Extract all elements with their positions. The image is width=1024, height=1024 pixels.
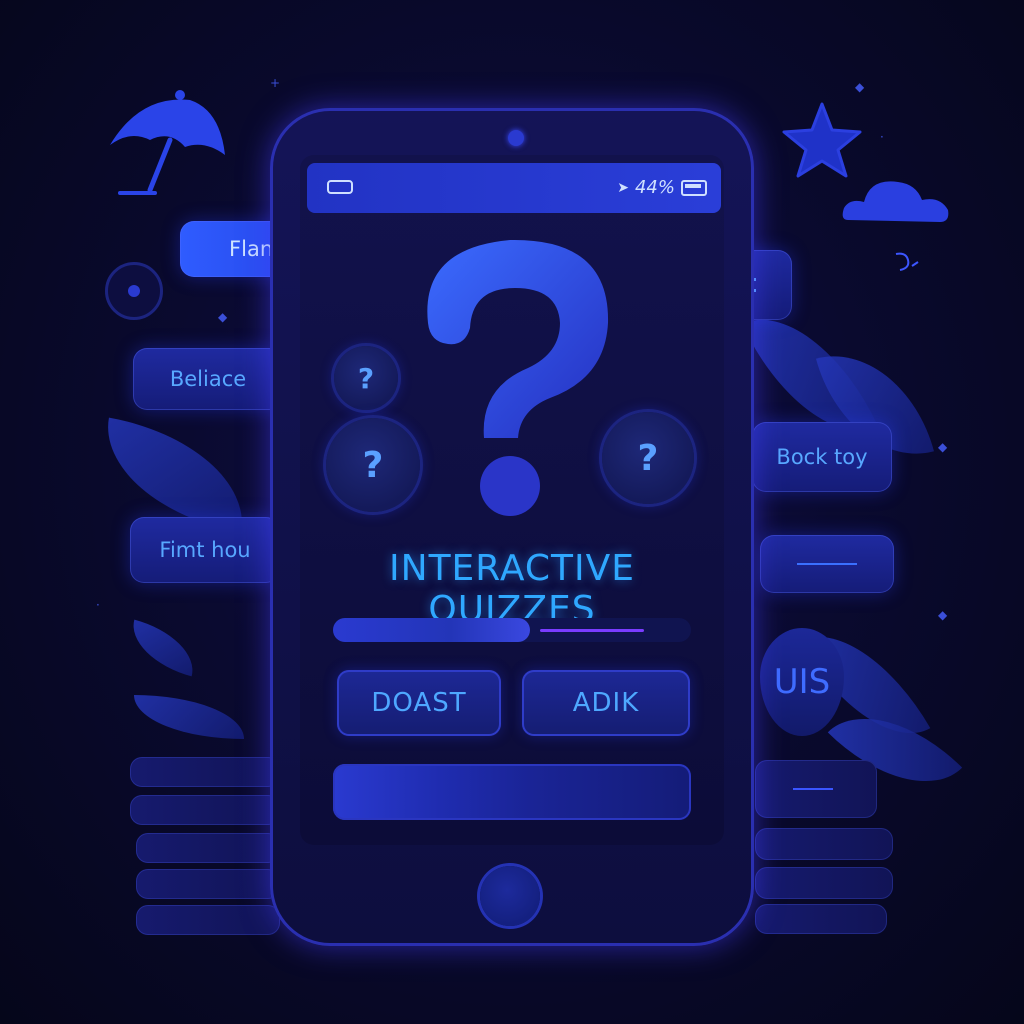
small-question-icon[interactable]: ? [334,346,398,410]
list-bar [130,795,280,825]
chat-bubble-label: Bock toy [776,445,868,469]
chat-bubble[interactable]: Fimt hou [130,517,280,583]
arrow-icon [895,252,919,271]
option-button-doast[interactable]: DOAST [337,670,501,736]
list-bar [755,904,887,934]
submit-bar[interactable] [333,764,691,820]
star-icon [782,102,862,178]
option-button-label: ADIK [572,688,640,718]
sparkle-icon: · [96,598,100,612]
home-button-icon[interactable] [480,866,540,926]
small-question-label: ? [357,361,375,395]
progress-fill [333,618,530,642]
list-bar [136,905,280,935]
uis-badge-label: UIS [773,662,831,702]
progress-accent [540,629,644,632]
chat-bubble[interactable]: Bock toy [752,422,892,492]
battery-outline-icon [327,180,353,194]
option-button-adik[interactable]: ADIK [522,670,690,736]
status-bar: ➤ 44% [307,163,721,213]
list-bar [755,760,877,818]
input-bar[interactable] [760,535,894,593]
sparkle-icon: ◆ [938,608,948,622]
cloud-icon [842,181,949,222]
camera-icon [508,130,524,146]
battery-icon [681,179,707,196]
small-question-label: ? [362,444,384,486]
progress-track [333,618,691,642]
small-question-label: ? [637,437,659,479]
sparkle-icon: ◆ [855,80,865,94]
leaf-icon [134,695,244,739]
list-bar [130,757,280,787]
umbrella-icon [110,90,225,195]
leaf-icon [93,417,257,533]
target-icon [105,262,163,320]
list-bar [136,869,280,899]
leaf-icon [124,619,202,677]
chat-bubble[interactable]: Beliace [133,348,283,410]
signal-text: 44% [634,177,675,198]
chat-bubble-label: Beliace [169,367,247,391]
location-arrow-icon: ➤ [617,179,629,196]
sparkle-icon: · [880,130,884,144]
sparkle-icon: ◆ [218,310,228,324]
question-mark-icon [427,239,609,516]
sparkle-icon: ◆ [938,440,948,454]
small-question-icon[interactable]: ? [602,412,694,504]
list-bar [755,867,893,899]
sparkle-icon: + [270,76,281,90]
list-bar [136,833,280,863]
small-question-icon[interactable]: ? [326,418,420,512]
option-button-label: DOAST [371,688,467,718]
uis-badge: UIS [760,628,844,736]
chat-bubble-label: Fimt hou [159,538,251,562]
list-bar [755,828,893,860]
